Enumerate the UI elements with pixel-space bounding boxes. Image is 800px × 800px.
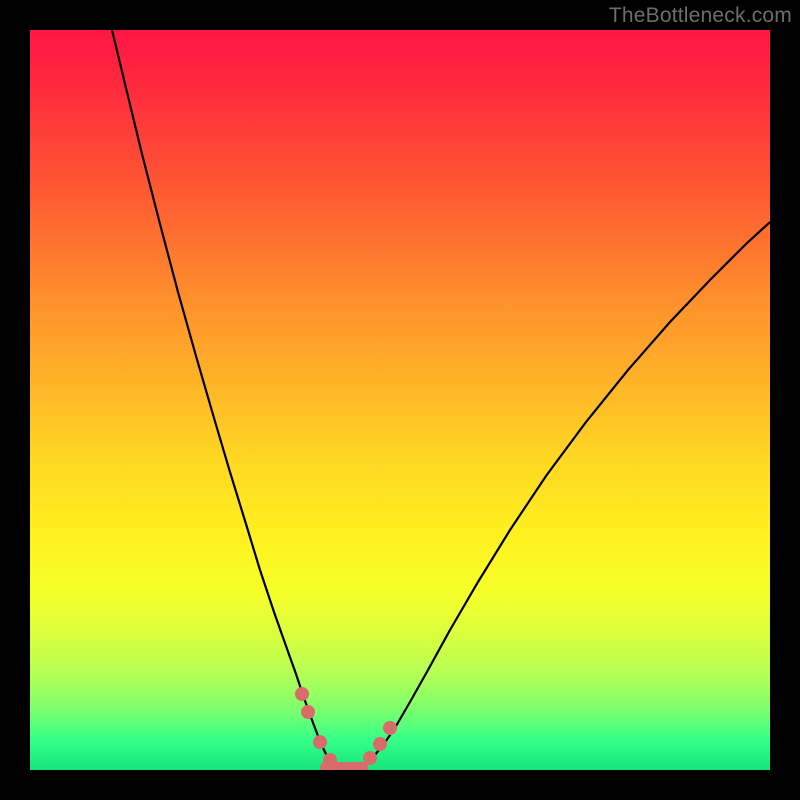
curve-right-branch — [342, 222, 770, 770]
plot-gradient-background — [30, 30, 770, 770]
valley-marker — [383, 721, 397, 735]
valley-marker — [301, 705, 315, 719]
curve-left-branch — [112, 30, 342, 770]
valley-marker — [313, 735, 327, 749]
valley-markers-group — [295, 687, 397, 767]
valley-marker — [295, 687, 309, 701]
chart-frame: TheBottleneck.com — [0, 0, 800, 800]
valley-marker — [373, 737, 387, 751]
valley-bar — [320, 762, 368, 770]
watermark-text: TheBottleneck.com — [609, 4, 792, 28]
curves-svg — [30, 30, 770, 770]
